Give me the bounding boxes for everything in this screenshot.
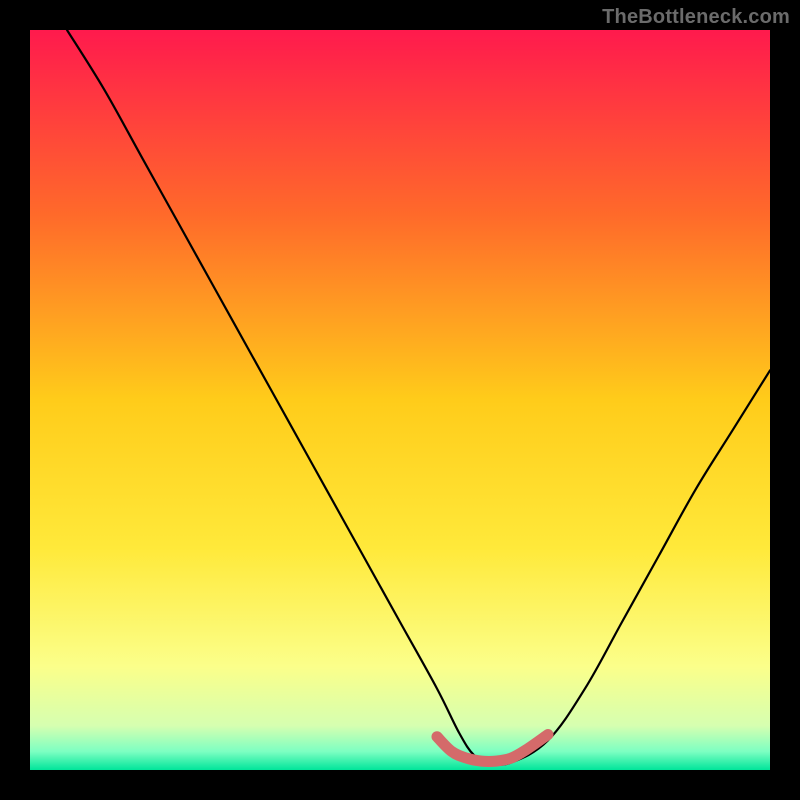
optimal-range-marker [437, 734, 548, 761]
watermark-text: TheBottleneck.com [602, 6, 790, 29]
chart-frame: TheBottleneck.com [0, 0, 800, 800]
plot-area [30, 30, 770, 770]
bottleneck-curve [67, 30, 770, 765]
curve-layer [30, 30, 770, 770]
